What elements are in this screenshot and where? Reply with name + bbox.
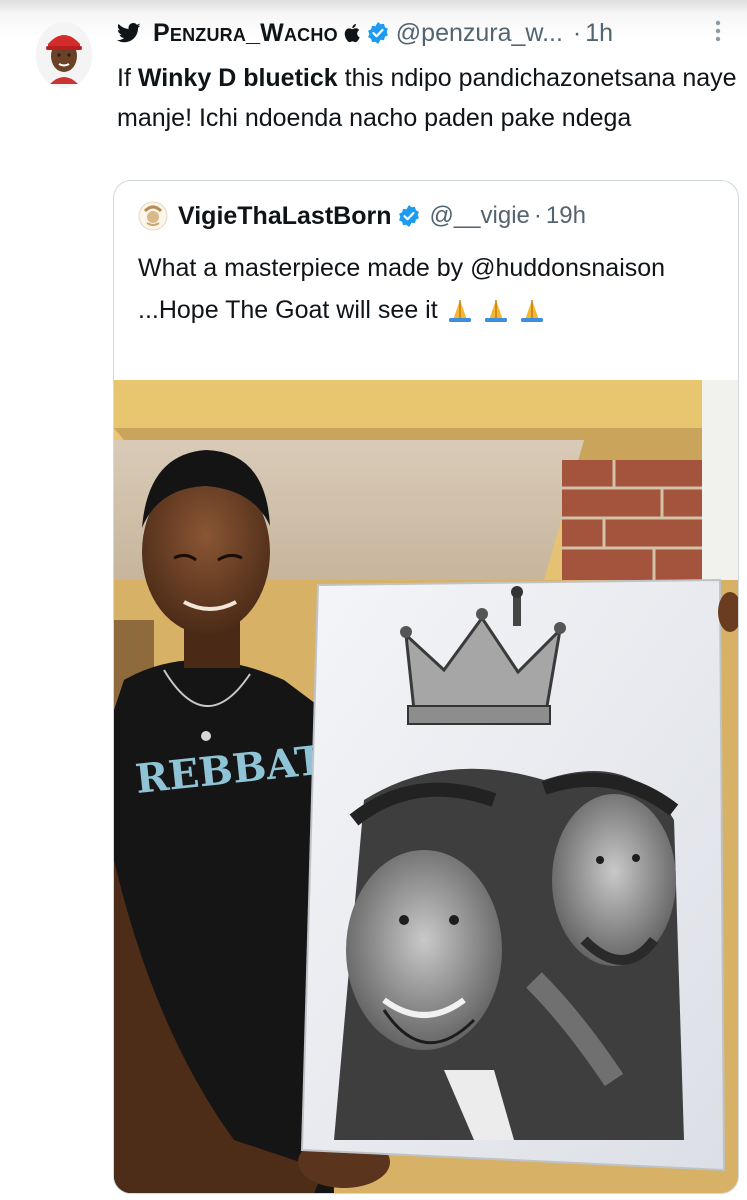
quoted-avatar-image <box>138 201 168 231</box>
verified-badge-icon <box>367 22 388 44</box>
photo-image: REBBAT <box>114 380 738 1193</box>
user-handle[interactable]: @penzura_w... <box>396 19 563 48</box>
quoted-tweet-header: VigieThaLastBorn @__vigie · 19h <box>138 200 586 232</box>
quoted-tweet-text: What a masterpiece made by @huddonsnaiso… <box>138 247 718 331</box>
tweet-text-bold: Winky D bluetick <box>137 64 338 92</box>
apple-logo-icon <box>344 24 360 43</box>
quoted-user-handle[interactable]: @__vigie <box>429 202 529 230</box>
more-options-icon[interactable] <box>712 18 724 44</box>
separator-dot: · <box>572 18 582 47</box>
screenshot-page: Penzura_Wacho @penzura_w... · 1h If Wink… <box>0 0 747 1200</box>
quoted-display-name[interactable]: VigieThaLastBorn <box>178 202 391 231</box>
quoted-tweet-card[interactable]: VigieThaLastBorn @__vigie · 19h What a m… <box>113 180 739 1194</box>
separator-dot: · <box>533 202 542 229</box>
avatar-image <box>36 22 92 88</box>
tweet-text-prefix: If <box>117 64 138 92</box>
quoted-timestamp[interactable]: 19h <box>546 202 586 230</box>
twitter-bird-icon <box>117 23 141 43</box>
display-name[interactable]: Penzura_Wacho <box>153 19 338 48</box>
user-avatar[interactable] <box>36 22 92 88</box>
tweet-header: Penzura_Wacho @penzura_w... · 1h <box>117 16 737 50</box>
quoted-text-body: What a masterpiece made by @huddonsnaiso… <box>138 254 666 324</box>
tweet-timestamp[interactable]: 1h <box>585 19 613 48</box>
tweet-photo[interactable]: REBBAT <box>114 380 738 1193</box>
quoted-user-avatar[interactable] <box>138 201 168 231</box>
folded-hands-emoji-icon <box>448 300 543 322</box>
verified-badge-icon <box>399 205 420 227</box>
tweet-text: If Winky D bluetick this ndipo pandichaz… <box>117 58 743 138</box>
